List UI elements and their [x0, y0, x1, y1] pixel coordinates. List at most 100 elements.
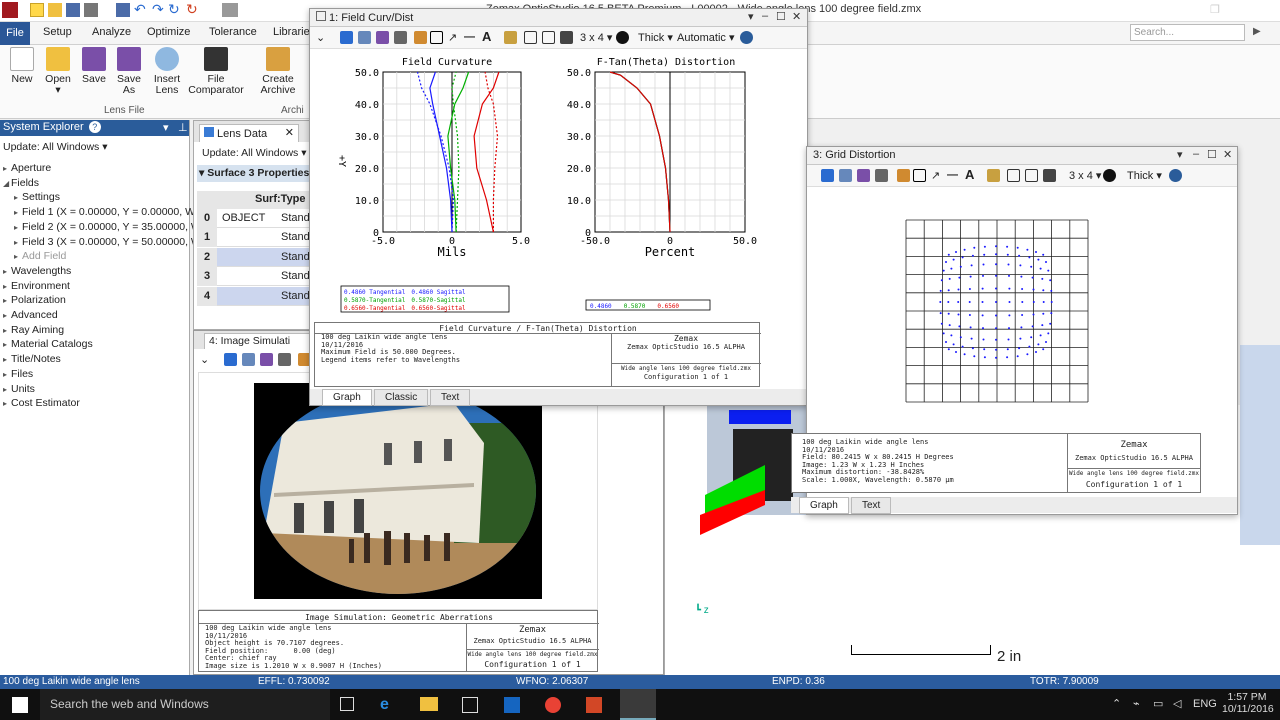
search-input[interactable]: Search... [1130, 24, 1245, 41]
open-button[interactable]: Open ▾ [44, 47, 72, 96]
text-icon[interactable]: A [482, 29, 491, 44]
sysexp-item-ray-aiming[interactable]: ▸ Ray Aiming [3, 324, 64, 336]
save-icon[interactable] [857, 169, 870, 182]
settings-icon[interactable] [1103, 169, 1116, 182]
help-icon[interactable]: ? [88, 121, 101, 133]
minimize-icon[interactable]: – [762, 10, 768, 22]
refresh-all-icon[interactable]: ↻ [186, 1, 198, 18]
close-icon[interactable]: ✕ [1223, 148, 1232, 161]
surface-comment[interactable]: OBJECT [222, 212, 265, 224]
arrow-icon[interactable]: ↗ [448, 31, 457, 44]
print-icon[interactable] [278, 353, 291, 366]
save-icon[interactable] [376, 31, 389, 44]
surface-type[interactable]: Stand [281, 251, 310, 263]
redo-icon[interactable]: ↷ [152, 1, 164, 18]
table-row[interactable]: 1 Stand [197, 228, 310, 248]
expand-arrow-icon[interactable]: ▸ [14, 208, 22, 217]
expand-arrow-icon[interactable]: ▸ [3, 370, 11, 379]
expand-arrow-icon[interactable]: ▸ [3, 355, 11, 364]
sysexp-item-add-field[interactable]: ▸ Add Field [14, 250, 66, 262]
rectangle-icon[interactable] [430, 31, 443, 44]
tab-text[interactable]: Text [851, 497, 892, 514]
layers-icon[interactable] [560, 31, 573, 44]
dropdown-icon[interactable]: ▾ [1177, 148, 1183, 161]
sysexp-item-aperture[interactable]: ▸ Aperture [3, 162, 51, 174]
expand-arrow-icon[interactable]: ▸ [3, 164, 11, 173]
expand-arrow-icon[interactable]: ▸ [3, 267, 11, 276]
battery-icon[interactable]: ▭ [1153, 697, 1163, 710]
expand-arrow-icon[interactable]: ▸ [14, 223, 22, 232]
sysexp-item-fields[interactable]: ◢ Fields [3, 177, 39, 189]
sysexp-item-field-1-x-0-00000-y-0-00000-we[interactable]: ▸ Field 1 (X = 0.00000, Y = 0.00000, We [14, 206, 201, 218]
lock-icon[interactable] [504, 31, 517, 44]
tab-graph[interactable]: Graph [322, 389, 372, 406]
table-row[interactable]: 2 Stand [197, 247, 310, 267]
refresh-icon[interactable]: ↻ [168, 1, 180, 18]
sysexp-item-wavelengths[interactable]: ▸ Wavelengths [3, 265, 71, 277]
collapse-icon[interactable]: ⌄ [200, 353, 209, 366]
quick-save-icon[interactable] [66, 3, 80, 17]
taskbar-search[interactable]: Search the web and Windows [40, 689, 330, 720]
expand-arrow-icon[interactable]: ▸ [3, 326, 11, 335]
copy-icon[interactable] [358, 31, 371, 44]
settings-icon[interactable] [616, 31, 629, 44]
pencil-icon[interactable] [897, 169, 910, 182]
line-icon[interactable]: — [947, 169, 958, 181]
sysexp-item-polarization[interactable]: ▸ Polarization [3, 294, 66, 306]
surface-type[interactable]: Stand [281, 212, 310, 224]
grid-toggle-icon[interactable] [1007, 169, 1020, 182]
outlook-icon[interactable] [504, 697, 520, 713]
volume-icon[interactable]: ◁ [1173, 697, 1181, 710]
print-icon[interactable] [394, 31, 407, 44]
minimize-icon[interactable]: – [1193, 148, 1199, 160]
tab-tolerance[interactable]: Tolerance [209, 26, 257, 38]
expand-arrow-icon[interactable]: ▸ [14, 193, 22, 202]
expand-arrow-icon[interactable]: ▸ [3, 399, 11, 408]
maximize-icon[interactable]: ☐ [1207, 148, 1217, 161]
thick-dropdown[interactable]: Thick ▾ [1127, 169, 1162, 182]
play-icon[interactable]: ▶ [1253, 26, 1261, 37]
help-icon[interactable] [740, 31, 753, 44]
sysexp-item-cost-estimator[interactable]: ▸ Cost Estimator [3, 397, 80, 409]
surface-type[interactable]: Stand [281, 290, 310, 302]
close-icon[interactable]: ✕ [285, 126, 294, 139]
windows-start-icon[interactable] [12, 697, 28, 713]
chrome-icon[interactable] [545, 697, 561, 713]
sysexp-item-material-catalogs[interactable]: ▸ Material Catalogs [3, 338, 93, 350]
sysexp-update-dropdown[interactable]: Update: All Windows ▾ [3, 141, 108, 153]
save-button[interactable]: Save [80, 47, 108, 85]
quick-save2-icon[interactable] [116, 3, 130, 17]
sysexp-item-settings[interactable]: ▸ Settings [14, 191, 60, 203]
print-icon[interactable] [875, 169, 888, 182]
sysexp-item-field-2-x-0-00000-y-35-00000-w[interactable]: ▸ Field 2 (X = 0.00000, Y = 35.00000, W [14, 221, 201, 233]
tab-file[interactable]: File [0, 22, 30, 45]
arrow-icon[interactable]: ↗ [931, 169, 940, 182]
tab-image-simulation[interactable]: 4: Image Simulati [204, 333, 312, 349]
edge-icon[interactable]: e [380, 696, 389, 714]
layout-grid-dropdown[interactable]: 3 x 4 ▾ [1069, 169, 1101, 182]
tab-analyze[interactable]: Analyze [92, 26, 131, 38]
refresh-icon[interactable] [224, 353, 237, 366]
expand-arrow-icon[interactable]: ▸ [14, 252, 22, 261]
rectangle-icon[interactable] [913, 169, 926, 182]
dropdown-icon[interactable]: ▾ [163, 121, 169, 134]
copy-icon[interactable] [839, 169, 852, 182]
table-row[interactable]: 3 Stand [197, 267, 310, 287]
network-icon[interactable]: ⌁ [1133, 697, 1140, 710]
help-icon[interactable] [1169, 169, 1182, 182]
surface-type[interactable]: Stand [281, 270, 310, 282]
sysexp-item-files[interactable]: ▸ Files [3, 368, 33, 380]
task-view-icon[interactable] [340, 697, 354, 711]
lock-icon[interactable] [987, 169, 1000, 182]
tab-optimize[interactable]: Optimize [147, 26, 190, 38]
pin-icon[interactable]: ⊥ [178, 121, 188, 134]
powerpoint-icon[interactable] [586, 697, 602, 713]
line-icon[interactable]: — [464, 31, 475, 43]
save-as-button[interactable]: Save As [114, 47, 144, 96]
store-icon[interactable] [462, 697, 478, 713]
maximize-icon[interactable]: ☐ [776, 10, 786, 23]
quick-open-icon[interactable] [48, 3, 62, 17]
customize-icon[interactable] [222, 3, 238, 17]
quick-print-icon[interactable] [84, 3, 98, 17]
refresh-icon[interactable] [340, 31, 353, 44]
